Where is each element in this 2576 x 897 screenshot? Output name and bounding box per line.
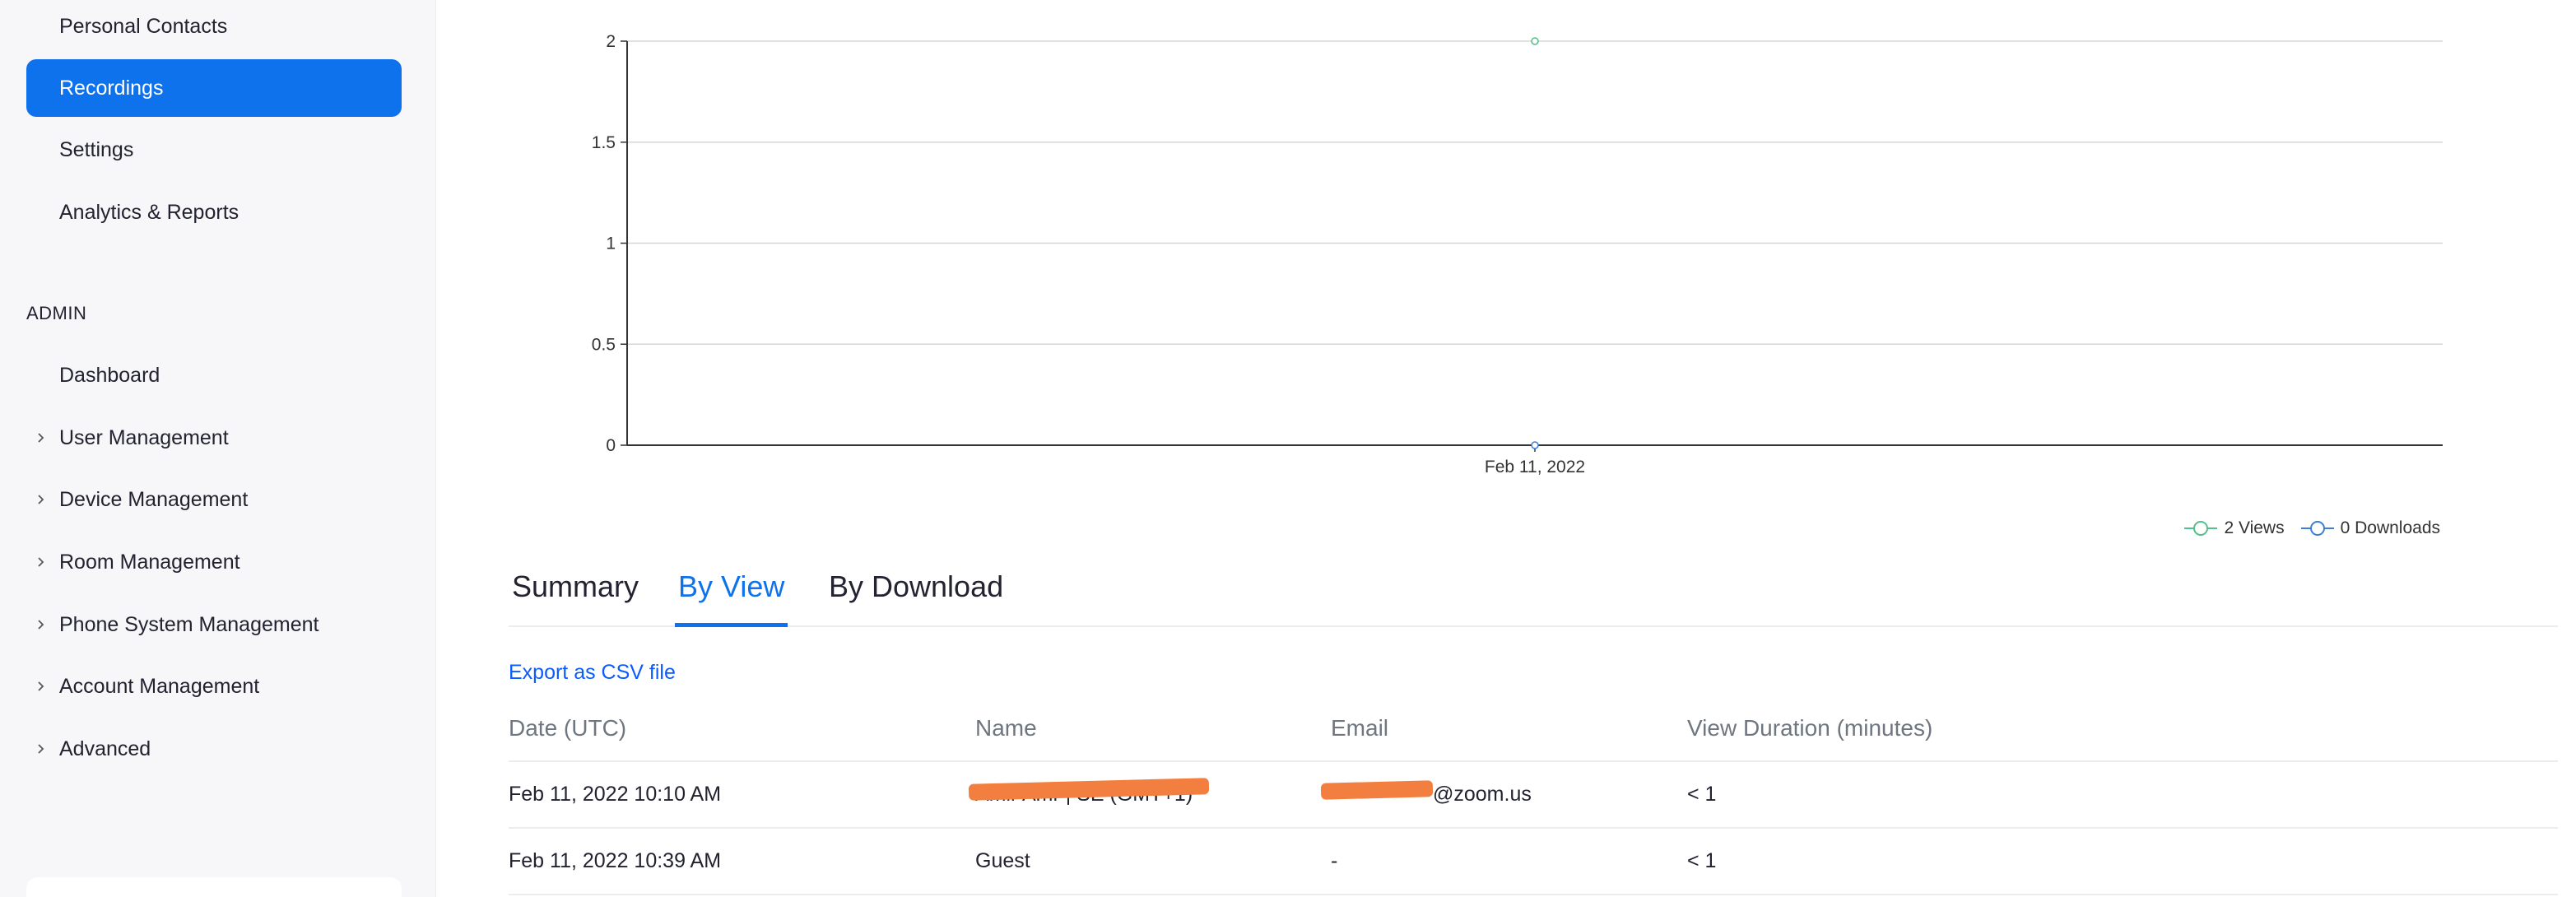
sidebar-item-label: User Management — [59, 425, 229, 449]
sidebar-item-recordings[interactable]: Recordings — [26, 59, 402, 117]
column-header-date[interactable]: Date (UTC) — [509, 715, 975, 741]
sidebar-item-phone-system-management[interactable]: Phone System Management — [26, 596, 402, 653]
views-downloads-chart: 0 0.5 1 1.5 2 Feb 11, 2022 — [510, 0, 2485, 560]
chevron-right-icon — [33, 491, 49, 508]
sidebar-item-label: Personal Contacts — [59, 14, 228, 38]
sidebar-item-analytics-reports[interactable]: Analytics & Reports — [26, 184, 402, 241]
y-tick-label: 1 — [606, 235, 616, 253]
tab-summary[interactable]: Summary — [509, 569, 642, 627]
cell-name: Guest — [975, 849, 1030, 872]
sidebar-item-label: Advanced — [59, 737, 151, 760]
tab-by-view[interactable]: By View — [675, 569, 788, 627]
cell-name: Amir Amr | SE (GMT+1) — [968, 778, 1331, 806]
y-tick-label: 2 — [606, 32, 616, 51]
sidebar-item-label: Device Management — [59, 487, 249, 511]
sidebar-item-dashboard[interactable]: Dashboard — [26, 346, 402, 404]
email-redaction-mark — [1320, 780, 1434, 800]
data-point-1 — [1531, 441, 1539, 449]
y-tick-label: 0.5 — [592, 335, 616, 354]
cell-duration: < 1 — [1687, 783, 1717, 806]
tab-by-download[interactable]: By Download — [825, 569, 1007, 627]
cell-email-text: @zoom.us — [1433, 783, 1532, 806]
sidebar-item-room-management[interactable]: Room Management — [26, 533, 402, 591]
chevron-right-icon — [33, 430, 49, 446]
sidebar: Personal Contacts Recordings Settings An… — [0, 0, 436, 897]
cell-email: @zoom.us — [1320, 780, 1687, 806]
recording-tabs: Summary By View By Download — [509, 560, 2558, 627]
sidebar-bottom-card — [26, 877, 402, 897]
chevron-right-icon — [33, 554, 49, 570]
chevron-right-icon — [33, 678, 49, 695]
table-row: Feb 11, 2022 10:39 AM Guest - < 1 — [509, 829, 2558, 895]
x-tick-label: Feb 11, 2022 — [1485, 458, 1585, 476]
legend-item-views[interactable]: 2 Views — [2184, 518, 2285, 538]
sidebar-item-label: Settings — [59, 137, 134, 161]
column-header-name[interactable]: Name — [975, 715, 1331, 741]
sidebar-item-label: Recordings — [59, 76, 164, 100]
chart-legend: 2 Views 0 Downloads — [2168, 518, 2440, 538]
sidebar-item-user-management[interactable]: User Management — [26, 409, 402, 467]
chevron-right-icon — [33, 616, 49, 633]
chevron-right-icon — [33, 741, 49, 757]
table-row: Feb 11, 2022 10:10 AM Amir Amr | SE (GMT… — [509, 762, 2558, 829]
admin-section-label: ADMIN — [26, 303, 87, 323]
column-header-view-duration[interactable]: View Duration (minutes) — [1687, 715, 2263, 741]
data-point-0 — [1531, 37, 1539, 45]
cell-date: Feb 11, 2022 10:10 AM — [509, 783, 722, 806]
sidebar-item-settings[interactable]: Settings — [26, 121, 402, 179]
chart-svg: 0 0.5 1 1.5 2 Feb 11, 2022 — [592, 32, 2443, 476]
sidebar-item-account-management[interactable]: Account Management — [26, 658, 402, 715]
legend-views-marker-icon — [2184, 521, 2218, 536]
y-tick-label: 1.5 — [592, 133, 616, 152]
sidebar-item-label: Analytics & Reports — [59, 200, 239, 224]
cell-date: Feb 11, 2022 10:39 AM — [509, 849, 722, 872]
sidebar-item-advanced[interactable]: Advanced — [26, 720, 402, 778]
y-tick-label: 0 — [606, 436, 616, 455]
column-header-email[interactable]: Email — [1331, 715, 1687, 741]
legend-views-label: 2 Views — [2224, 518, 2285, 537]
sidebar-item-label: Room Management — [59, 550, 240, 574]
sidebar-item-label: Dashboard — [59, 363, 160, 387]
legend-downloads-label: 0 Downloads — [2340, 518, 2440, 537]
legend-item-downloads[interactable]: 0 Downloads — [2300, 518, 2440, 538]
legend-downloads-marker-icon — [2300, 521, 2334, 536]
sidebar-item-label: Account Management — [59, 674, 260, 698]
sidebar-item-personal-contacts[interactable]: Personal Contacts — [26, 0, 402, 55]
views-table: Date (UTC) Name Email View Duration (min… — [509, 696, 2558, 895]
export-csv-link[interactable]: Export as CSV file — [509, 661, 676, 685]
cell-email: - — [1331, 849, 1338, 872]
sidebar-item-device-management[interactable]: Device Management — [26, 471, 402, 528]
table-header: Date (UTC) Name Email View Duration (min… — [509, 696, 2558, 762]
cell-duration: < 1 — [1687, 849, 1717, 872]
sidebar-item-label: Phone System Management — [59, 612, 319, 636]
